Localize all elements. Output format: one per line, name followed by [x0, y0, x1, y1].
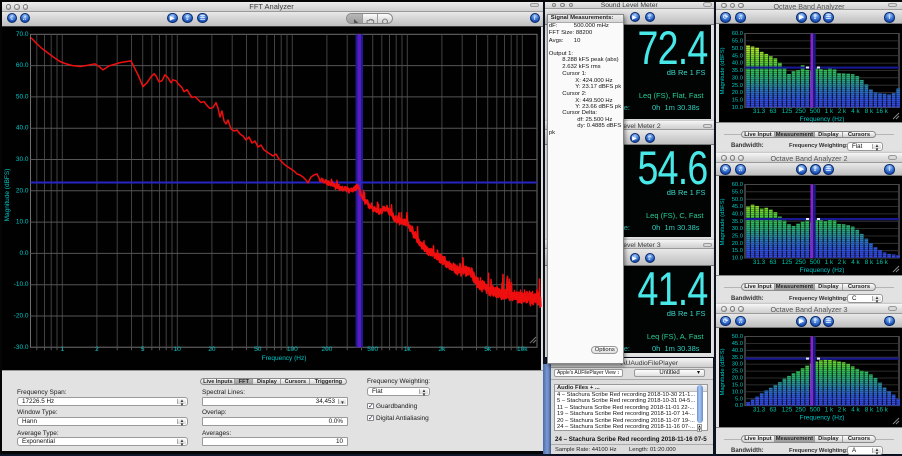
- svg-text:-30.0: -30.0: [14, 344, 29, 351]
- svg-text:8 k: 8 k: [865, 259, 874, 266]
- svg-text:500: 500: [367, 346, 378, 353]
- svg-text:40.0: 40.0: [16, 125, 29, 132]
- svg-text:15.0: 15.0: [732, 382, 743, 388]
- svg-text:5: 5: [141, 346, 145, 353]
- svg-text:5k: 5k: [484, 346, 492, 353]
- svg-text:35.0: 35.0: [732, 355, 743, 361]
- svg-text:-20.0: -20.0: [14, 313, 29, 320]
- svg-text:Frequency (Hz): Frequency (Hz): [262, 355, 307, 362]
- svg-text:20.0: 20.0: [732, 90, 743, 96]
- svg-text:50.0: 50.0: [732, 46, 743, 52]
- svg-text:25.0: 25.0: [732, 83, 743, 89]
- svg-text:1 k: 1 k: [825, 108, 834, 115]
- svg-text:45.0: 45.0: [732, 204, 743, 210]
- svg-text:60.0: 60.0: [732, 31, 743, 37]
- svg-text:35.0: 35.0: [732, 68, 743, 74]
- svg-text:200: 200: [321, 346, 332, 353]
- svg-text:40.0: 40.0: [732, 348, 743, 354]
- svg-text:55.0: 55.0: [732, 189, 743, 195]
- svg-text:35.0: 35.0: [732, 219, 743, 225]
- svg-text:16 k: 16 k: [876, 108, 889, 115]
- svg-text:250: 250: [795, 108, 806, 115]
- svg-text:0.0: 0.0: [19, 250, 28, 257]
- svg-text:8 k: 8 k: [865, 108, 874, 115]
- svg-text:1k: 1k: [404, 346, 412, 353]
- svg-text:30.0: 30.0: [732, 362, 743, 368]
- svg-text:50.0: 50.0: [732, 334, 743, 340]
- svg-text:Frequency (Hz): Frequency (Hz): [800, 267, 845, 274]
- svg-text:40.0: 40.0: [732, 211, 743, 217]
- svg-text:50: 50: [254, 346, 262, 353]
- svg-text:Magnitude (dBFS): Magnitude (dBFS): [720, 198, 726, 245]
- svg-text:25.0: 25.0: [732, 234, 743, 240]
- svg-text:2: 2: [95, 346, 99, 353]
- svg-text:55.0: 55.0: [732, 39, 743, 45]
- svg-text:1: 1: [60, 346, 64, 353]
- svg-text:0.0: 0.0: [735, 403, 743, 409]
- svg-text:10.0: 10.0: [732, 389, 743, 395]
- svg-text:70.0: 70.0: [16, 31, 29, 38]
- svg-text:30.0: 30.0: [732, 75, 743, 81]
- svg-text:250: 250: [795, 259, 806, 266]
- svg-text:16 k: 16 k: [876, 259, 889, 266]
- svg-text:31.3: 31.3: [753, 259, 766, 266]
- svg-text:16 k: 16 k: [876, 406, 889, 413]
- svg-text:125: 125: [782, 259, 793, 266]
- svg-text:2k: 2k: [438, 346, 446, 353]
- svg-text:500: 500: [810, 406, 821, 413]
- svg-text:10k: 10k: [517, 346, 528, 353]
- svg-text:30.0: 30.0: [732, 226, 743, 232]
- svg-text:10.0: 10.0: [16, 219, 29, 226]
- svg-text:500: 500: [810, 259, 821, 266]
- svg-text:20.0: 20.0: [732, 376, 743, 382]
- svg-text:Magnitude (dBFS): Magnitude (dBFS): [4, 169, 11, 222]
- svg-text:15.0: 15.0: [732, 98, 743, 104]
- svg-text:4 k: 4 k: [851, 259, 860, 266]
- svg-text:25.0: 25.0: [732, 369, 743, 375]
- svg-text:50.0: 50.0: [16, 93, 29, 100]
- svg-text:63: 63: [769, 406, 777, 413]
- svg-text:15.0: 15.0: [732, 248, 743, 254]
- svg-text:45.0: 45.0: [732, 53, 743, 59]
- svg-text:2 k: 2 k: [838, 108, 847, 115]
- svg-text:50.0: 50.0: [732, 197, 743, 203]
- svg-text:63: 63: [769, 108, 777, 115]
- svg-text:Magnitude (dBFS): Magnitude (dBFS): [720, 348, 726, 395]
- svg-text:60.0: 60.0: [16, 62, 29, 69]
- svg-text:63: 63: [769, 259, 777, 266]
- svg-text:4 k: 4 k: [851, 108, 860, 115]
- svg-text:2 k: 2 k: [838, 406, 847, 413]
- svg-text:20: 20: [208, 346, 216, 353]
- svg-text:500: 500: [810, 108, 821, 115]
- svg-text:8 k: 8 k: [865, 406, 874, 413]
- svg-text:10.0: 10.0: [732, 256, 743, 262]
- svg-text:5.0: 5.0: [735, 396, 743, 402]
- svg-text:30.0: 30.0: [16, 156, 29, 163]
- svg-text:31.3: 31.3: [753, 108, 766, 115]
- svg-text:20.0: 20.0: [732, 241, 743, 247]
- svg-text:4 k: 4 k: [851, 406, 860, 413]
- svg-text:45.0: 45.0: [732, 341, 743, 347]
- svg-text:-10.0: -10.0: [14, 281, 29, 288]
- svg-text:1 k: 1 k: [825, 259, 834, 266]
- svg-text:10.0: 10.0: [732, 105, 743, 111]
- svg-text:20.0: 20.0: [16, 187, 29, 194]
- svg-text:1 k: 1 k: [825, 406, 834, 413]
- svg-text:Frequency (Hz): Frequency (Hz): [800, 414, 845, 421]
- svg-text:2 k: 2 k: [838, 259, 847, 266]
- svg-text:125: 125: [782, 108, 793, 115]
- svg-text:31.3: 31.3: [753, 406, 766, 413]
- svg-text:125: 125: [782, 406, 793, 413]
- svg-text:Magnitude (dBFS): Magnitude (dBFS): [720, 47, 726, 94]
- svg-text:40.0: 40.0: [732, 61, 743, 67]
- svg-text:60.0: 60.0: [732, 182, 743, 188]
- svg-text:100: 100: [287, 346, 298, 353]
- svg-text:250: 250: [795, 406, 806, 413]
- svg-text:10: 10: [174, 346, 182, 353]
